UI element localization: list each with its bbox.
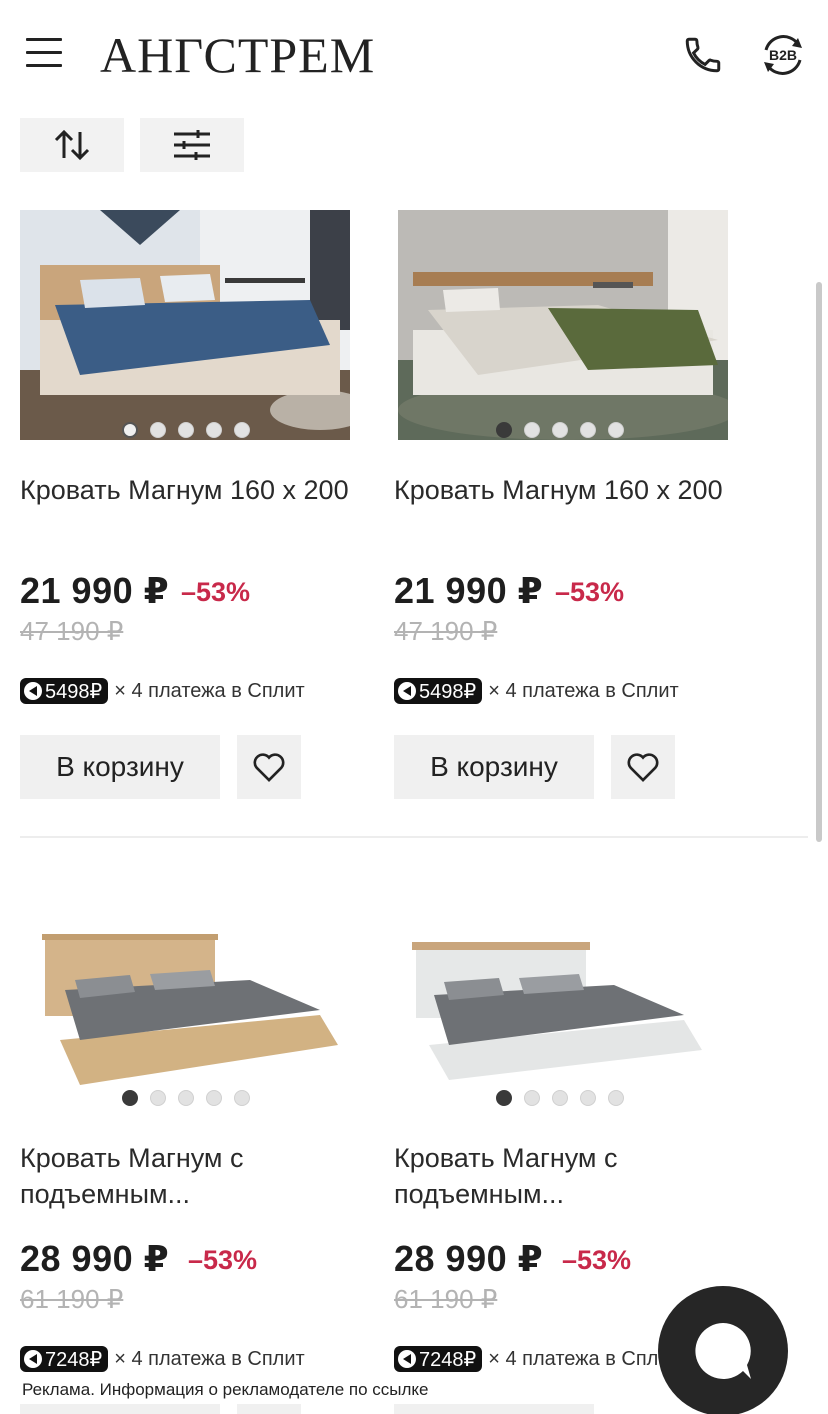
discount-badge: –53% [181,577,251,607]
filter-button[interactable] [140,118,244,172]
carousel-dot[interactable] [234,1090,250,1106]
product-price: 28 990 ₽ [20,1238,170,1279]
image-carousel-dots[interactable] [122,422,250,438]
carousel-dot[interactable] [496,1090,512,1106]
carousel-dot[interactable] [206,1090,222,1106]
carousel-dot[interactable] [524,1090,540,1106]
carousel-dot[interactable] [524,422,540,438]
product-price: 21 990 ₽ [20,570,170,611]
old-price: 47 190 ₽ [20,616,124,646]
product-price: 28 990 ₽ [394,1238,544,1279]
heart-icon [253,753,285,782]
product-title[interactable]: Кровать Магнум с подъемным... [20,1140,350,1212]
favorite-button[interactable] [237,735,301,799]
product-image[interactable] [20,920,350,1090]
discount-badge: –53% [555,577,625,607]
b2b-icon[interactable]: B2B [758,30,808,80]
old-price: 47 190 ₽ [394,616,498,646]
filter-sliders-icon [174,130,210,160]
add-to-cart-button[interactable]: В корзину [394,735,594,799]
split-logo-icon [24,682,42,700]
carousel-dot[interactable] [496,422,512,438]
product-title[interactable]: Кровать Магнум с подъемным... [394,1140,724,1212]
heart-icon [627,753,659,782]
ad-disclaimer[interactable]: Реклама. Информация о рекламодателе по с… [22,1380,429,1400]
split-logo-icon [24,1350,42,1368]
chat-button[interactable] [658,1286,788,1414]
image-carousel-dots[interactable] [122,1090,250,1106]
discount-badge: –53% [562,1245,632,1275]
split-payment[interactable]: 7248₽ × 4 платежа в Сплит [20,1346,305,1372]
split-text: × 4 платежа в Спл [488,1347,659,1370]
product-price: 21 990 ₽ [394,570,544,611]
phone-icon[interactable] [682,34,724,76]
carousel-dot[interactable] [150,422,166,438]
old-price: 61 190 ₽ [20,1284,124,1314]
split-text: × 4 платежа в Сплит [114,679,305,702]
split-payment[interactable]: 7248₽ × 4 платежа в Спл [394,1346,658,1372]
split-text: × 4 платежа в Сплит [488,679,679,702]
carousel-dot[interactable] [234,422,250,438]
carousel-dot[interactable] [608,422,624,438]
add-to-cart-button-partial[interactable] [20,1404,220,1414]
add-to-cart-button-partial[interactable] [394,1404,594,1414]
split-badge: 7248₽ [394,1346,483,1372]
carousel-dot[interactable] [552,422,568,438]
header: АНГСТРЕМ B2B [0,0,828,110]
split-badge: 7248₽ [20,1346,109,1372]
logo[interactable]: АНГСТРЕМ [100,26,375,84]
carousel-dot[interactable] [580,1090,596,1106]
image-carousel-dots[interactable] [496,422,624,438]
scrollbar[interactable] [816,282,822,842]
split-logo-icon [398,1350,416,1368]
svg-text:B2B: B2B [769,47,797,63]
row-divider [20,836,808,838]
split-payment[interactable]: 5498₽ × 4 платежа в Сплит [394,678,679,704]
favorite-button[interactable] [611,735,675,799]
image-carousel-dots[interactable] [496,1090,624,1106]
product-title[interactable]: Кровать Магнум 160 х 200 [20,472,350,508]
carousel-dot[interactable] [122,422,138,438]
split-payment[interactable]: 5498₽ × 4 платежа в Сплит [20,678,305,704]
hamburger-menu-icon[interactable] [26,38,62,70]
product-image[interactable] [20,210,350,440]
split-text: × 4 платежа в Сплит [114,1347,305,1370]
sort-button[interactable] [20,118,124,172]
add-to-cart-button[interactable]: В корзину [20,735,220,799]
product-title[interactable]: Кровать Магнум 160 х 200 [394,472,724,508]
split-badge: 5498₽ [394,678,483,704]
carousel-dot[interactable] [580,422,596,438]
carousel-dot[interactable] [150,1090,166,1106]
sort-arrows-icon [54,129,90,161]
split-logo-icon [398,682,416,700]
carousel-dot[interactable] [178,1090,194,1106]
carousel-dot[interactable] [206,422,222,438]
old-price: 61 190 ₽ [394,1284,498,1314]
chat-bubble-icon [695,1323,751,1379]
favorite-button-partial[interactable] [237,1404,301,1414]
carousel-dot[interactable] [178,422,194,438]
carousel-dot[interactable] [552,1090,568,1106]
carousel-dot[interactable] [122,1090,138,1106]
product-image[interactable] [398,210,728,440]
carousel-dot[interactable] [608,1090,624,1106]
discount-badge: –53% [188,1245,258,1275]
product-image[interactable] [394,920,724,1090]
split-badge: 5498₽ [20,678,109,704]
